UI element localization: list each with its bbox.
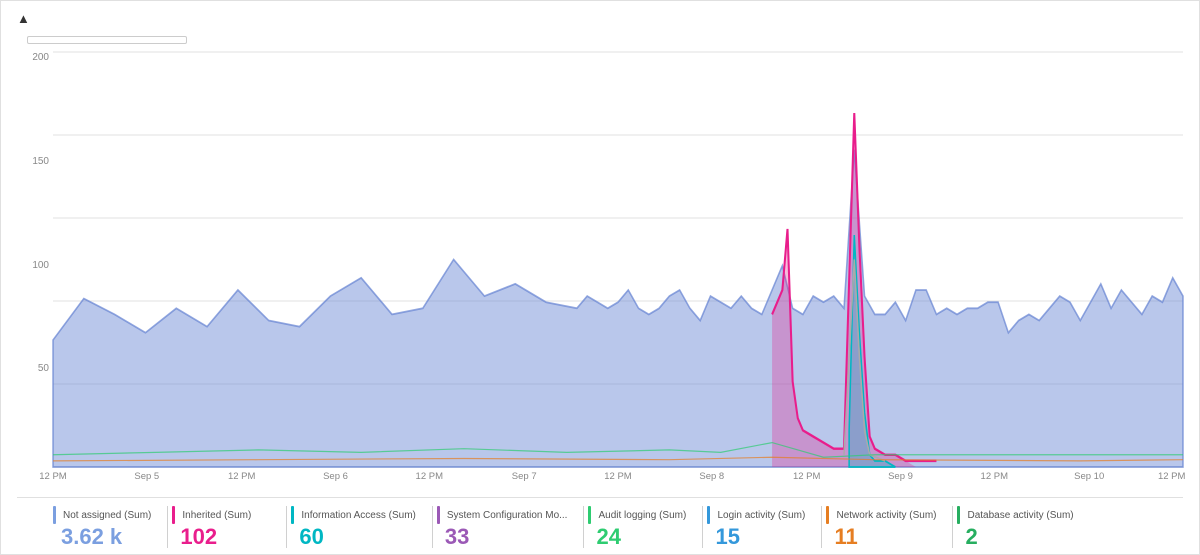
legend-label-0: Not assigned (Sum)	[53, 506, 151, 524]
x-label-sep6: Sep 6	[323, 471, 348, 482]
x-label-12pm-6: 12 PM	[981, 471, 1008, 482]
legend-value-1: 102	[172, 526, 270, 548]
filter-row	[17, 36, 1183, 44]
x-label-sep8: Sep 8	[699, 471, 724, 482]
legend-value-4: 24	[588, 526, 686, 548]
x-label-12pm-7: 12 PM	[1158, 471, 1185, 482]
legend-label-7: Database activity (Sum)	[957, 506, 1073, 524]
legend-value-6: 11	[826, 526, 936, 548]
detail-incidents-dropdown[interactable]	[27, 36, 187, 44]
legend-label-2: Information Access (Sum)	[291, 506, 415, 524]
legend-label-3: System Configuration Mo...	[437, 506, 568, 524]
legend-item-2: Information Access (Sum) 60	[291, 506, 427, 548]
legend-item-1: Inherited (Sum) 102	[172, 506, 282, 548]
legend-item-4: Audit logging (Sum) 24	[588, 506, 698, 548]
legend-text-1: Inherited (Sum)	[182, 510, 251, 521]
legend-value-3: 33	[437, 526, 568, 548]
x-label-12pm-4: 12 PM	[604, 471, 631, 482]
legend-value-2: 60	[291, 526, 415, 548]
legend-label-4: Audit logging (Sum)	[588, 506, 686, 524]
legend-text-2: Information Access (Sum)	[301, 510, 415, 521]
panel-header: ▲	[17, 11, 1183, 26]
legend-color-3	[437, 506, 440, 524]
chart-svg-container	[53, 52, 1183, 467]
legend-item-0: Not assigned (Sum) 3.62 k	[53, 506, 163, 548]
legend-item-7: Database activity (Sum) 2	[957, 506, 1085, 548]
legend-label-1: Inherited (Sum)	[172, 506, 270, 524]
legend-text-5: Login activity (Sum)	[717, 510, 805, 521]
legend-text-4: Audit logging (Sum)	[598, 510, 686, 521]
legend-text-0: Not assigned (Sum)	[63, 510, 151, 521]
x-label-sep5: Sep 5	[134, 471, 159, 482]
chart-area: 200 150 100 50	[17, 52, 1183, 497]
legend-item-5: Login activity (Sum) 15	[707, 506, 817, 548]
legend-item-6: Network activity (Sum) 11	[826, 506, 948, 548]
legend-item-3: System Configuration Mo... 33	[437, 506, 580, 548]
y-label-200: 200	[17, 52, 53, 63]
chart-svg	[53, 52, 1183, 467]
legend-color-4	[588, 506, 591, 524]
legend-text-3: System Configuration Mo...	[447, 510, 568, 521]
legend-color-1	[172, 506, 175, 524]
legend-color-5	[707, 506, 710, 524]
chart-container: 200 150 100 50	[17, 52, 1183, 497]
y-axis: 200 150 100 50	[17, 52, 53, 467]
incidents-trend-panel: ▲ 200 150 100 50	[1, 1, 1199, 554]
x-label-sep9: Sep 9	[888, 471, 913, 482]
legend-color-0	[53, 506, 56, 524]
legend-value-5: 15	[707, 526, 805, 548]
legend-area: Not assigned (Sum) 3.62 k Inherited (Sum…	[17, 497, 1183, 554]
x-label-12pm-2: 12 PM	[228, 471, 255, 482]
legend-text-7: Database activity (Sum)	[967, 510, 1073, 521]
y-label-100: 100	[17, 260, 53, 271]
legend-value-7: 2	[957, 526, 1073, 548]
legend-color-2	[291, 506, 294, 524]
legend-color-7	[957, 506, 960, 524]
x-label-sep7: Sep 7	[512, 471, 537, 482]
legend-label-6: Network activity (Sum)	[826, 506, 936, 524]
chevron-up-icon: ▲	[17, 11, 30, 26]
x-label-12pm-5: 12 PM	[793, 471, 820, 482]
legend-label-5: Login activity (Sum)	[707, 506, 805, 524]
legend-value-0: 3.62 k	[53, 526, 151, 548]
legend-color-6	[826, 506, 829, 524]
x-label-12pm-3: 12 PM	[416, 471, 443, 482]
legend-text-6: Network activity (Sum)	[836, 510, 936, 521]
x-label-12pm-1: 12 PM	[39, 471, 66, 482]
x-axis: 12 PM Sep 5 12 PM Sep 6 12 PM Sep 7 12 P…	[53, 467, 1183, 497]
y-label-150: 150	[17, 156, 53, 167]
y-label-50: 50	[17, 363, 53, 374]
x-label-sep10: Sep 10	[1074, 471, 1104, 482]
